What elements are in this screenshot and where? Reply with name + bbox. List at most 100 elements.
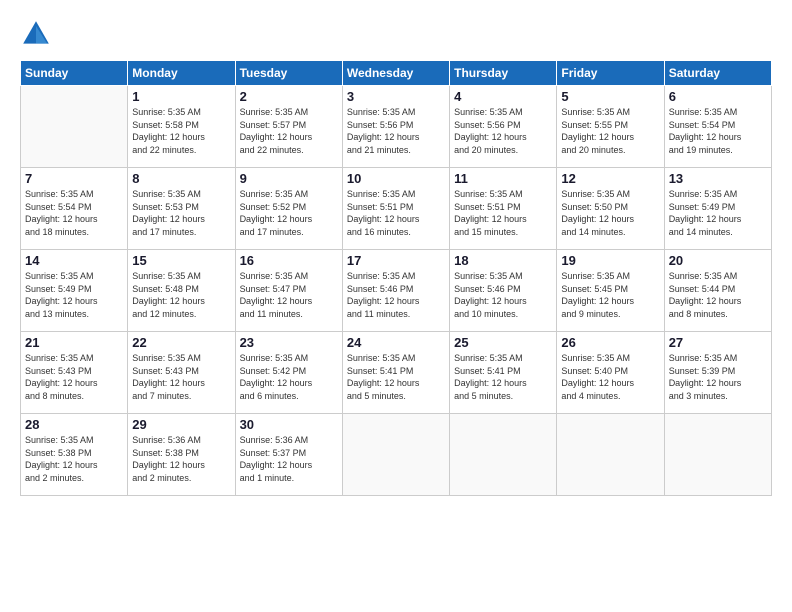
col-header-thursday: Thursday (450, 61, 557, 86)
calendar-cell: 17 Sunrise: 5:35 AM Sunset: 5:46 PM Dayli… (342, 250, 449, 332)
day-info: Sunrise: 5:35 AM Sunset: 5:48 PM Dayligh… (132, 270, 230, 320)
day-number: 23 (240, 335, 338, 350)
day-number: 21 (25, 335, 123, 350)
day-info: Sunrise: 5:35 AM Sunset: 5:56 PM Dayligh… (347, 106, 445, 156)
day-number: 7 (25, 171, 123, 186)
calendar-cell: 5 Sunrise: 5:35 AM Sunset: 5:55 PM Daylig… (557, 86, 664, 168)
day-info: Sunrise: 5:35 AM Sunset: 5:40 PM Dayligh… (561, 352, 659, 402)
col-header-friday: Friday (557, 61, 664, 86)
day-info: Sunrise: 5:36 AM Sunset: 5:37 PM Dayligh… (240, 434, 338, 484)
day-info: Sunrise: 5:35 AM Sunset: 5:49 PM Dayligh… (669, 188, 767, 238)
day-info: Sunrise: 5:35 AM Sunset: 5:57 PM Dayligh… (240, 106, 338, 156)
day-info: Sunrise: 5:35 AM Sunset: 5:52 PM Dayligh… (240, 188, 338, 238)
calendar-cell: 27 Sunrise: 5:35 AM Sunset: 5:39 PM Dayli… (664, 332, 771, 414)
day-info: Sunrise: 5:35 AM Sunset: 5:47 PM Dayligh… (240, 270, 338, 320)
calendar-cell: 16 Sunrise: 5:35 AM Sunset: 5:47 PM Dayli… (235, 250, 342, 332)
day-number: 22 (132, 335, 230, 350)
logo-icon (20, 18, 52, 50)
calendar-cell: 8 Sunrise: 5:35 AM Sunset: 5:53 PM Daylig… (128, 168, 235, 250)
col-header-tuesday: Tuesday (235, 61, 342, 86)
day-number: 28 (25, 417, 123, 432)
day-number: 12 (561, 171, 659, 186)
calendar-cell: 3Sunrise: 5:35 AM Sunset: 5:56 PM Daylig… (342, 86, 449, 168)
day-info: Sunrise: 5:35 AM Sunset: 5:41 PM Dayligh… (454, 352, 552, 402)
calendar-cell (342, 414, 449, 496)
calendar-cell: 28 Sunrise: 5:35 AM Sunset: 5:38 PM Dayli… (21, 414, 128, 496)
day-info: Sunrise: 5:35 AM Sunset: 5:44 PM Dayligh… (669, 270, 767, 320)
calendar-cell (557, 414, 664, 496)
calendar-cell: 26 Sunrise: 5:35 AM Sunset: 5:40 PM Dayli… (557, 332, 664, 414)
calendar-cell: 24 Sunrise: 5:35 AM Sunset: 5:41 PM Dayli… (342, 332, 449, 414)
calendar-cell: 21Sunrise: 5:35 AM Sunset: 5:43 PM Dayli… (21, 332, 128, 414)
day-info: Sunrise: 5:35 AM Sunset: 5:50 PM Dayligh… (561, 188, 659, 238)
calendar-cell: 20Sunrise: 5:35 AM Sunset: 5:44 PM Dayli… (664, 250, 771, 332)
day-info: Sunrise: 5:35 AM Sunset: 5:49 PM Dayligh… (25, 270, 123, 320)
week-row-0: 1 Sunrise: 5:35 AM Sunset: 5:58 PM Daylig… (21, 86, 772, 168)
day-number: 13 (669, 171, 767, 186)
logo (20, 18, 56, 50)
day-info: Sunrise: 5:35 AM Sunset: 5:55 PM Dayligh… (561, 106, 659, 156)
day-number: 18 (454, 253, 552, 268)
day-number: 4 (454, 89, 552, 104)
day-number: 15 (132, 253, 230, 268)
calendar-cell: 18 Sunrise: 5:35 AM Sunset: 5:46 PM Dayli… (450, 250, 557, 332)
day-info: Sunrise: 5:35 AM Sunset: 5:51 PM Dayligh… (347, 188, 445, 238)
day-number: 27 (669, 335, 767, 350)
day-number: 29 (132, 417, 230, 432)
header (20, 18, 772, 50)
day-number: 14 (25, 253, 123, 268)
col-header-monday: Monday (128, 61, 235, 86)
calendar-cell: 15 Sunrise: 5:35 AM Sunset: 5:48 PM Dayli… (128, 250, 235, 332)
week-row-2: 14 Sunrise: 5:35 AM Sunset: 5:49 PM Dayli… (21, 250, 772, 332)
calendar-cell (664, 414, 771, 496)
calendar-cell (450, 414, 557, 496)
day-number: 8 (132, 171, 230, 186)
calendar-cell: 4 Sunrise: 5:35 AM Sunset: 5:56 PM Daylig… (450, 86, 557, 168)
day-info: Sunrise: 5:35 AM Sunset: 5:51 PM Dayligh… (454, 188, 552, 238)
day-info: Sunrise: 5:35 AM Sunset: 5:53 PM Dayligh… (132, 188, 230, 238)
day-info: Sunrise: 5:35 AM Sunset: 5:39 PM Dayligh… (669, 352, 767, 402)
week-row-3: 21Sunrise: 5:35 AM Sunset: 5:43 PM Dayli… (21, 332, 772, 414)
page: SundayMondayTuesdayWednesdayThursdayFrid… (0, 0, 792, 612)
week-row-4: 28 Sunrise: 5:35 AM Sunset: 5:38 PM Dayli… (21, 414, 772, 496)
day-info: Sunrise: 5:35 AM Sunset: 5:46 PM Dayligh… (454, 270, 552, 320)
col-header-wednesday: Wednesday (342, 61, 449, 86)
calendar: SundayMondayTuesdayWednesdayThursdayFrid… (20, 60, 772, 496)
day-number: 5 (561, 89, 659, 104)
day-info: Sunrise: 5:35 AM Sunset: 5:56 PM Dayligh… (454, 106, 552, 156)
day-number: 17 (347, 253, 445, 268)
calendar-cell: 7 Sunrise: 5:35 AM Sunset: 5:54 PM Daylig… (21, 168, 128, 250)
day-info: Sunrise: 5:35 AM Sunset: 5:41 PM Dayligh… (347, 352, 445, 402)
calendar-cell: 19 Sunrise: 5:35 AM Sunset: 5:45 PM Dayli… (557, 250, 664, 332)
day-number: 6 (669, 89, 767, 104)
day-number: 16 (240, 253, 338, 268)
calendar-cell: 14 Sunrise: 5:35 AM Sunset: 5:49 PM Dayli… (21, 250, 128, 332)
day-number: 1 (132, 89, 230, 104)
calendar-cell: 25Sunrise: 5:35 AM Sunset: 5:41 PM Dayli… (450, 332, 557, 414)
calendar-cell: 30 Sunrise: 5:36 AM Sunset: 5:37 PM Dayli… (235, 414, 342, 496)
day-info: Sunrise: 5:35 AM Sunset: 5:54 PM Dayligh… (25, 188, 123, 238)
day-number: 24 (347, 335, 445, 350)
day-info: Sunrise: 5:35 AM Sunset: 5:38 PM Dayligh… (25, 434, 123, 484)
day-info: Sunrise: 5:35 AM Sunset: 5:54 PM Dayligh… (669, 106, 767, 156)
calendar-cell (21, 86, 128, 168)
calendar-cell: 1 Sunrise: 5:35 AM Sunset: 5:58 PM Daylig… (128, 86, 235, 168)
day-number: 2 (240, 89, 338, 104)
day-info: Sunrise: 5:35 AM Sunset: 5:42 PM Dayligh… (240, 352, 338, 402)
col-header-sunday: Sunday (21, 61, 128, 86)
calendar-cell: 6 Sunrise: 5:35 AM Sunset: 5:54 PM Daylig… (664, 86, 771, 168)
day-info: Sunrise: 5:35 AM Sunset: 5:46 PM Dayligh… (347, 270, 445, 320)
day-number: 9 (240, 171, 338, 186)
calendar-cell: 22Sunrise: 5:35 AM Sunset: 5:43 PM Dayli… (128, 332, 235, 414)
calendar-header-row: SundayMondayTuesdayWednesdayThursdayFrid… (21, 61, 772, 86)
calendar-cell: 9 Sunrise: 5:35 AM Sunset: 5:52 PM Daylig… (235, 168, 342, 250)
calendar-cell: 11Sunrise: 5:35 AM Sunset: 5:51 PM Dayli… (450, 168, 557, 250)
day-info: Sunrise: 5:35 AM Sunset: 5:45 PM Dayligh… (561, 270, 659, 320)
day-number: 19 (561, 253, 659, 268)
day-info: Sunrise: 5:36 AM Sunset: 5:38 PM Dayligh… (132, 434, 230, 484)
day-number: 30 (240, 417, 338, 432)
day-number: 26 (561, 335, 659, 350)
col-header-saturday: Saturday (664, 61, 771, 86)
calendar-cell: 23 Sunrise: 5:35 AM Sunset: 5:42 PM Dayli… (235, 332, 342, 414)
day-info: Sunrise: 5:35 AM Sunset: 5:58 PM Dayligh… (132, 106, 230, 156)
